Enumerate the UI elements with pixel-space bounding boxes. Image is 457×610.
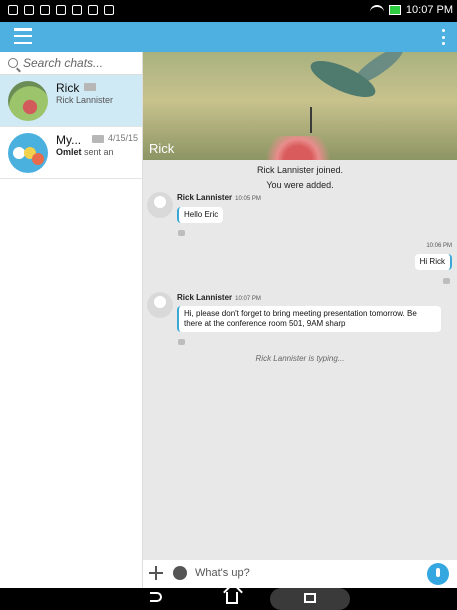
battery-icon [388, 5, 401, 15]
gallery-icon [56, 5, 66, 15]
wifi-icon [369, 5, 384, 15]
conversation-panel: Rick Rick Lannister joined. You were add… [143, 52, 457, 588]
chat-sender: Omlet [56, 147, 82, 157]
chat-item-my[interactable]: My... 4/15/15 Omlet sent an [0, 127, 142, 179]
contact-tag-icon [84, 83, 96, 91]
recent-apps-icon [304, 593, 316, 603]
message-bubble: Hi, please don't forget to bring meeting… [177, 306, 441, 332]
search-placeholder: Search chats... [23, 56, 104, 70]
mic-icon[interactable] [427, 563, 449, 585]
notification-icon [8, 5, 18, 15]
search-icon [8, 58, 18, 68]
menu-icon[interactable] [14, 28, 32, 44]
message-bubble: Hi Rick [414, 254, 452, 270]
add-icon[interactable] [149, 566, 163, 580]
chat-preview: sent an [84, 147, 114, 157]
status-bar: 10:07 PM [0, 0, 457, 22]
heart-icon[interactable] [443, 278, 450, 284]
avatar [8, 81, 48, 121]
avatar [8, 133, 48, 173]
search-chats-field[interactable]: Search chats... [0, 52, 142, 75]
system-message: Rick Lannister joined. [256, 165, 344, 175]
image-icon [72, 5, 82, 15]
heart-icon[interactable] [178, 230, 185, 236]
chat-name: Rick [56, 81, 80, 95]
upload-icon [88, 5, 98, 15]
notification-icons [8, 5, 114, 15]
heart-icon[interactable] [178, 339, 185, 345]
conversation-title: Rick [149, 141, 175, 156]
message-sender: Rick Lannister 10:07 PM [177, 293, 261, 302]
back-icon[interactable] [150, 592, 162, 602]
avatar [147, 192, 173, 218]
emoji-icon[interactable] [173, 566, 187, 580]
message-time: 10:06 PM [426, 243, 452, 249]
recent-apps-button[interactable] [270, 588, 350, 610]
screenshot-icon [104, 5, 114, 15]
chat-notification-icon [24, 5, 34, 15]
chat-subtitle: Rick Lannister [56, 95, 114, 105]
message-bubble: Hello Eric [177, 207, 224, 223]
navigation-bar [0, 588, 457, 610]
warning-icon [40, 5, 50, 15]
app-bar [0, 22, 457, 52]
avatar [147, 292, 173, 318]
overflow-menu-icon[interactable] [441, 29, 445, 45]
message-input[interactable]: What's up? [195, 567, 250, 579]
contact-tag-icon [92, 135, 104, 143]
chat-list-sidebar: Search chats... Rick Rick Lannister My..… [0, 52, 143, 588]
chat-name: My... [56, 133, 82, 147]
chat-time: 4/15/15 [107, 133, 138, 143]
status-time: 10:07 PM [405, 4, 453, 16]
conversation-header-image: Rick [143, 52, 457, 160]
message-sender: Rick Lannister 10:05 PM [177, 193, 261, 202]
typing-indicator: Rick Lannister is typing... [255, 354, 345, 363]
chat-subtitle: Omlet sent an [56, 147, 116, 158]
system-message: You were added. [266, 180, 334, 190]
home-icon[interactable] [226, 592, 238, 604]
compose-bar: What's up? [143, 560, 457, 588]
chat-item-rick[interactable]: Rick Rick Lannister [0, 75, 142, 127]
